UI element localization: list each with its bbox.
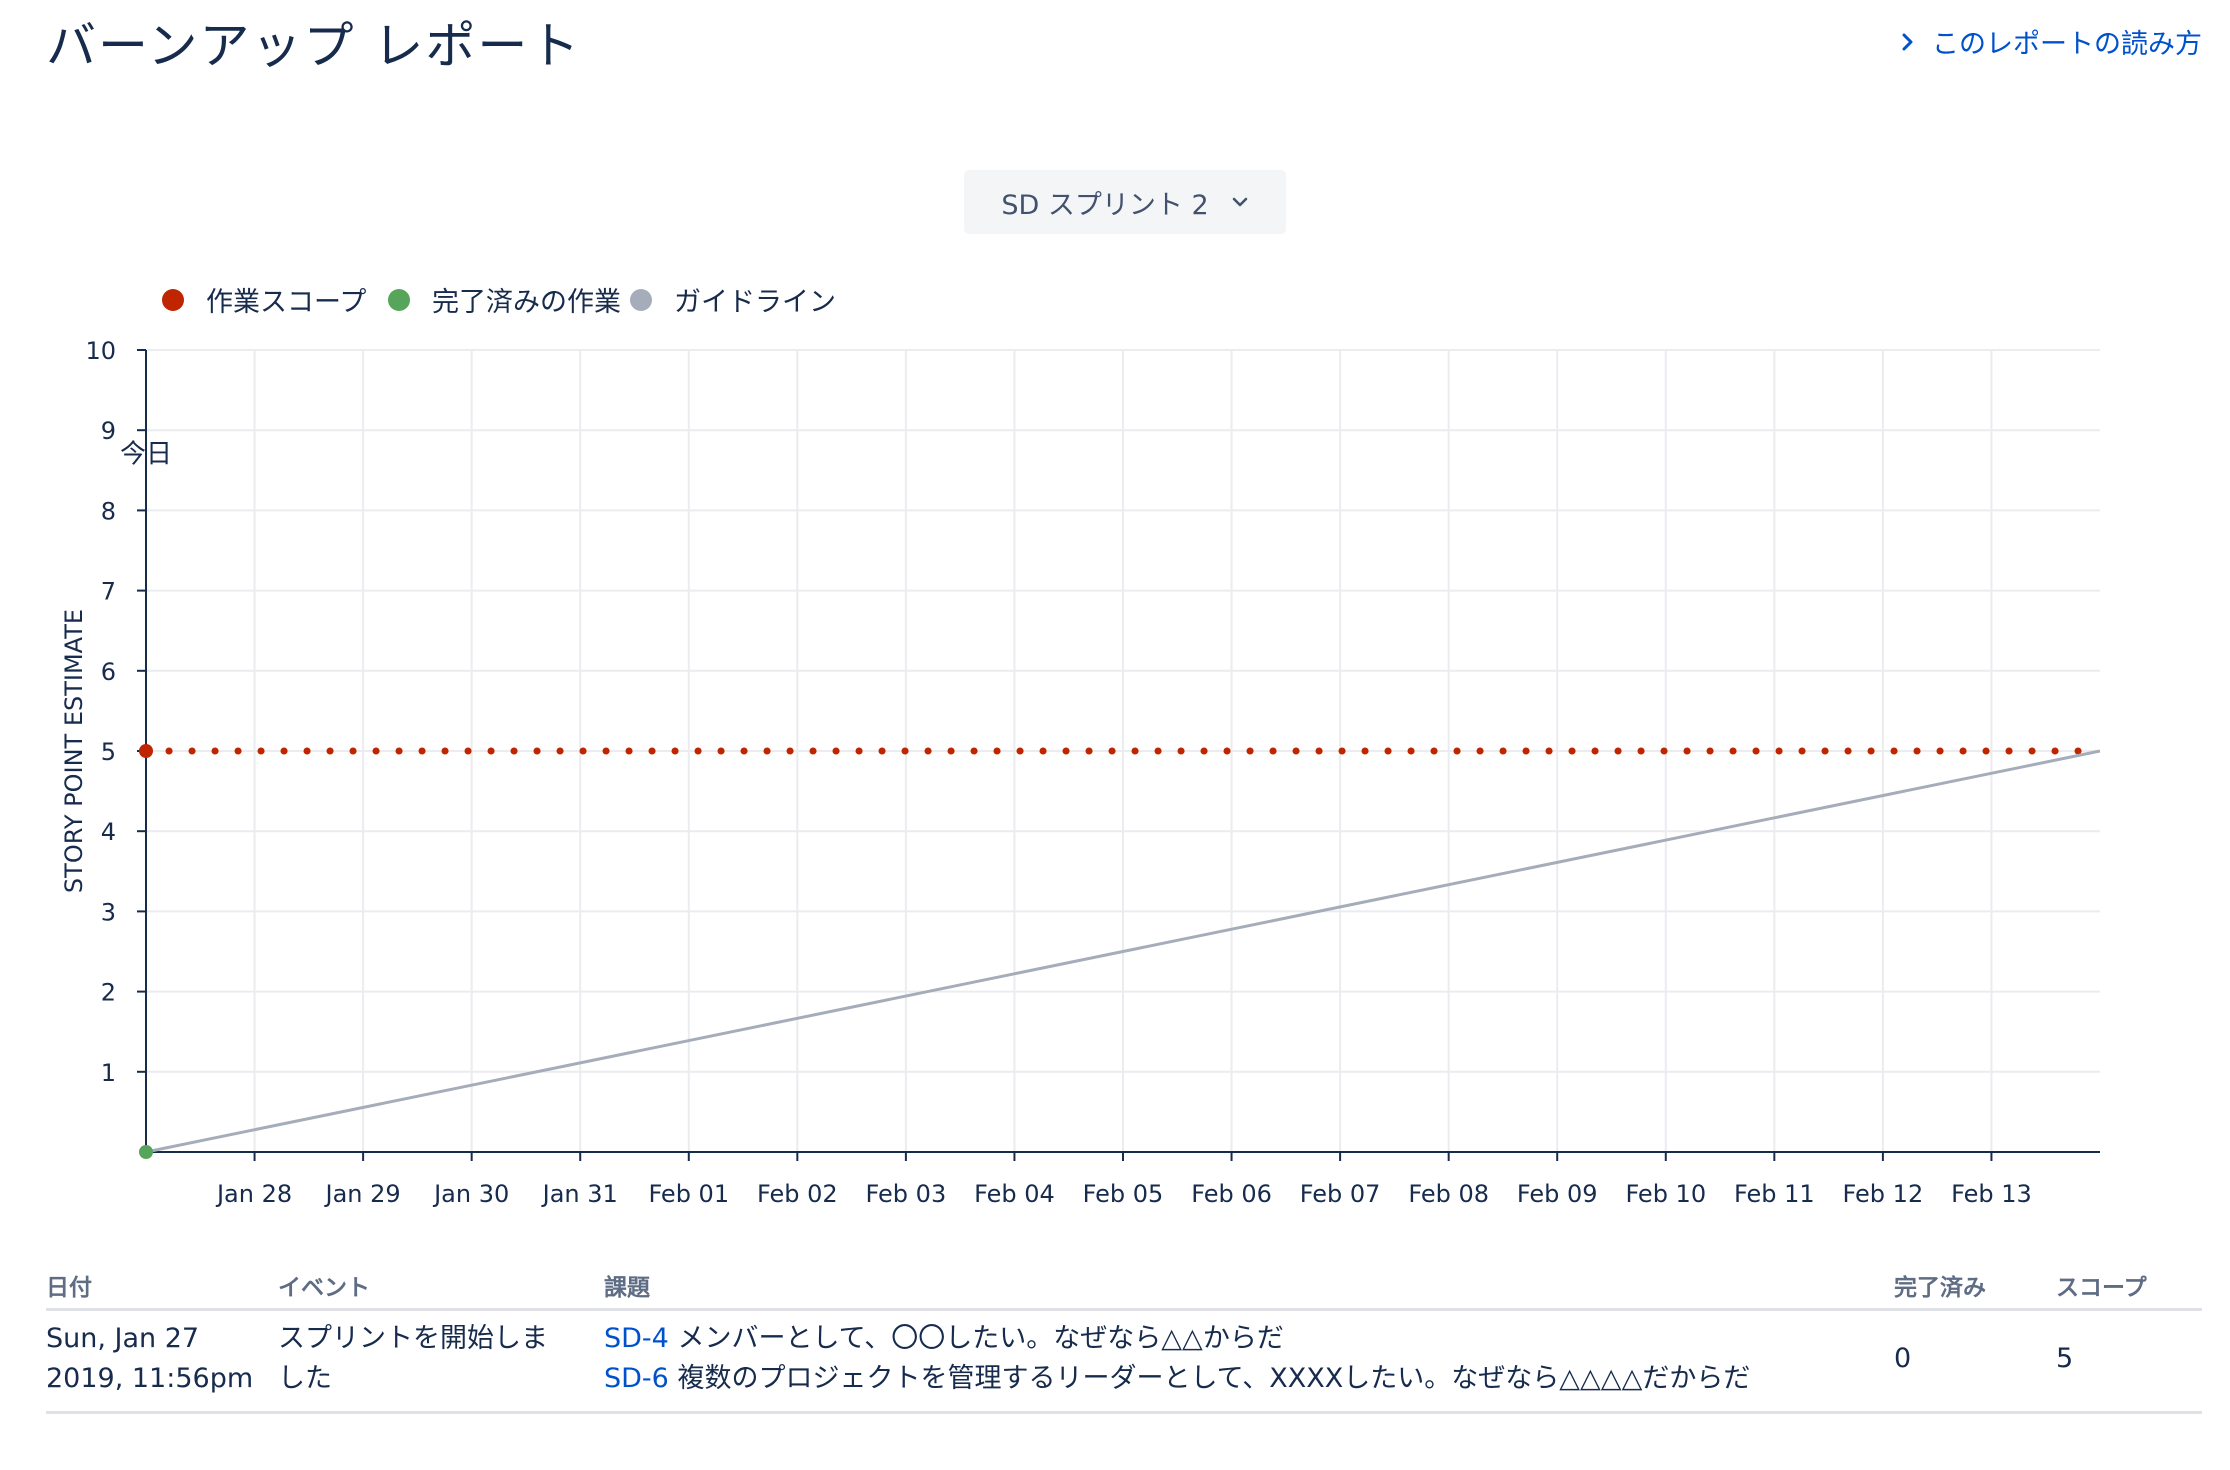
y-tick-label: 4	[101, 818, 116, 846]
row-issues: SD-4 メンバーとして、〇〇したい。なぜなら△△からだ SD-6 複数のプロジ…	[604, 1319, 1750, 1399]
x-tick-label: Feb 05	[1083, 1180, 1164, 1208]
row-event-line1: スプリントを開始しま	[278, 1323, 548, 1354]
x-tick-label: Feb 08	[1408, 1180, 1489, 1208]
scope-start-point	[139, 744, 153, 758]
y-tick-label: 1	[101, 1059, 116, 1087]
completed-point	[139, 1145, 153, 1159]
header-issues: 課題	[604, 1275, 650, 1301]
burnup-chart: 1 2 3 4 5 6 7 8 9 10 Jan 28 Jan 29 Jan 30 Jan 31 Feb 0…	[60, 337, 2104, 1208]
issue-summary: 複数のプロジェクトを管理するリーダーとして、XXXXしたい。なぜなら△△△△だか…	[677, 1363, 1751, 1394]
y-tick-label: 10	[85, 337, 116, 365]
legend-guideline-dot	[630, 288, 652, 311]
sprint-selector-value: SD スプリント 2	[1001, 189, 1209, 221]
x-tick-label: Jan 28	[215, 1180, 292, 1208]
row-date-time: 2019, 11:56pm	[46, 1363, 254, 1394]
header-scope: スコープ	[2056, 1275, 2147, 1301]
report-help-link[interactable]: このレポートの読み方	[1898, 22, 2202, 61]
legend-item-scope: 作業スコープ	[162, 280, 366, 319]
y-tick-label: 5	[101, 738, 116, 766]
x-tick-label: Feb 07	[1300, 1180, 1381, 1208]
issue-link-sd-6[interactable]: SD-6	[604, 1363, 669, 1394]
events-table: 日付 イベント 課題 完了済み スコープ Sun, Jan 27 2019, 1…	[46, 1258, 2202, 1414]
page-title: バーンアップ レポート	[46, 17, 582, 75]
x-tick-label: Feb 02	[757, 1180, 838, 1208]
row-completed: 0	[1894, 1343, 1912, 1374]
table-row: Sun, Jan 27 2019, 11:56pm スプリントを開始しま した …	[46, 1311, 2202, 1414]
x-tick-label: Feb 09	[1517, 1180, 1598, 1208]
issue-link-sd-4[interactable]: SD-4	[604, 1323, 669, 1354]
report-help-link-label: このレポートの読み方	[1932, 29, 2202, 60]
x-tick-label: Feb 13	[1951, 1180, 2032, 1208]
row-event: スプリントを開始しま した	[278, 1319, 548, 1399]
legend-item-guideline: ガイドライン	[630, 280, 836, 319]
header-completed: 完了済み	[1894, 1275, 1986, 1301]
legend-item-completed: 完了済みの作業	[388, 280, 621, 319]
sprint-selector[interactable]: SD スプリント 2	[964, 170, 1286, 234]
x-tick-label: Feb 04	[974, 1180, 1055, 1208]
chevron-down-icon	[1232, 197, 1247, 207]
header-event: イベント	[278, 1275, 370, 1301]
x-tick-label: Feb 03	[866, 1180, 947, 1208]
y-tick-label: 8	[101, 497, 116, 525]
y-tick-label: 3	[101, 898, 116, 926]
issue-item: SD-4 メンバーとして、〇〇したい。なぜなら△△からだ	[604, 1319, 1750, 1359]
y-tick-label: 7	[101, 578, 116, 606]
row-date-day: Sun, Jan 27	[46, 1323, 200, 1354]
legend-completed-dot	[388, 288, 410, 311]
issue-item: SD-6 複数のプロジェクトを管理するリーダーとして、XXXXしたい。なぜなら△…	[604, 1359, 1750, 1399]
legend-completed-label: 完了済みの作業	[432, 287, 621, 318]
legend-guideline-label: ガイドライン	[674, 287, 836, 318]
y-tick-label: 6	[101, 658, 116, 686]
row-scope: 5	[2056, 1343, 2074, 1374]
today-label: 今日	[120, 439, 172, 469]
header-date: 日付	[46, 1275, 92, 1301]
x-tick-label: Jan 30	[432, 1180, 509, 1208]
x-tick-label: Jan 31	[541, 1180, 618, 1208]
row-date: Sun, Jan 27 2019, 11:56pm	[46, 1319, 253, 1399]
row-event-line2: した	[278, 1363, 332, 1394]
y-axis-label: STORY POINT ESTIMATE	[60, 609, 88, 893]
y-tick-label: 2	[101, 979, 116, 1007]
legend-scope-dot	[162, 288, 184, 311]
y-tick-label: 9	[101, 417, 116, 445]
issue-summary: メンバーとして、〇〇したい。なぜなら△△からだ	[677, 1323, 1284, 1354]
x-tick-label: Feb 01	[648, 1180, 729, 1208]
table-header-row: 日付 イベント 課題 完了済み スコープ	[46, 1258, 2202, 1311]
legend-scope-label: 作業スコープ	[206, 287, 367, 318]
x-tick-label: Feb 10	[1625, 1180, 1706, 1208]
x-tick-label: Feb 11	[1734, 1180, 1815, 1208]
x-tick-label: Feb 12	[1843, 1180, 1924, 1208]
x-tick-label: Feb 06	[1191, 1180, 1272, 1208]
chevron-right-icon	[1902, 33, 1913, 50]
x-tick-label: Jan 29	[324, 1180, 401, 1208]
